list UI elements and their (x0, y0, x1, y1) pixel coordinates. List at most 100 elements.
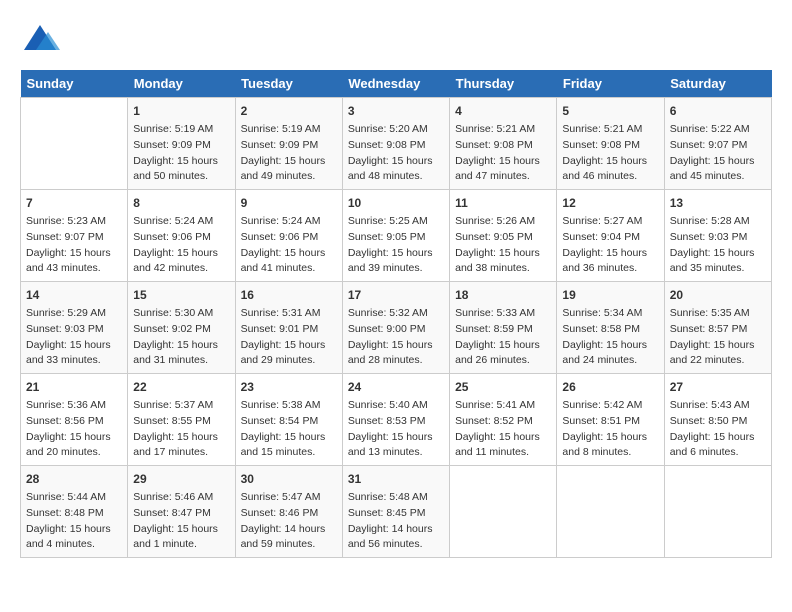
cell-content: Sunrise: 5:19 AMSunset: 9:09 PMDaylight:… (133, 122, 229, 185)
calendar-cell (21, 98, 128, 190)
week-row-4: 21 Sunrise: 5:36 AMSunset: 8:56 PMDayligh… (21, 374, 772, 466)
cell-content: Sunrise: 5:29 AMSunset: 9:03 PMDaylight:… (26, 306, 122, 369)
calendar-cell: 2 Sunrise: 5:19 AMSunset: 9:09 PMDaylight… (235, 98, 342, 190)
header-day-wednesday: Wednesday (342, 70, 449, 98)
day-number: 5 (562, 102, 658, 120)
cell-content: Sunrise: 5:37 AMSunset: 8:55 PMDaylight:… (133, 398, 229, 461)
header-day-tuesday: Tuesday (235, 70, 342, 98)
calendar-cell: 13 Sunrise: 5:28 AMSunset: 9:03 PMDayligh… (664, 190, 771, 282)
calendar-cell: 30 Sunrise: 5:47 AMSunset: 8:46 PMDayligh… (235, 466, 342, 558)
calendar-cell: 9Sunrise: 5:24 AMSunset: 9:06 PMDaylight… (235, 190, 342, 282)
header-day-monday: Monday (128, 70, 235, 98)
day-number: 23 (241, 378, 337, 396)
cell-content: Sunrise: 5:44 AMSunset: 8:48 PMDaylight:… (26, 490, 122, 553)
header-day-saturday: Saturday (664, 70, 771, 98)
header-row: SundayMondayTuesdayWednesdayThursdayFrid… (21, 70, 772, 98)
cell-content: Sunrise: 5:20 AMSunset: 9:08 PMDaylight:… (348, 122, 444, 185)
calendar-cell: 3 Sunrise: 5:20 AMSunset: 9:08 PMDaylight… (342, 98, 449, 190)
day-number: 10 (348, 194, 444, 212)
cell-content: Sunrise: 5:21 AMSunset: 9:08 PMDaylight:… (562, 122, 658, 185)
cell-content: Sunrise: 5:32 AMSunset: 9:00 PMDaylight:… (348, 306, 444, 369)
day-number: 8 (133, 194, 229, 212)
day-number: 24 (348, 378, 444, 396)
cell-content: Sunrise: 5:35 AMSunset: 8:57 PMDaylight:… (670, 306, 766, 369)
day-number: 21 (26, 378, 122, 396)
cell-content: Sunrise: 5:26 AMSunset: 9:05 PMDaylight:… (455, 214, 551, 277)
calendar-cell: 22Sunrise: 5:37 AMSunset: 8:55 PMDayligh… (128, 374, 235, 466)
header-day-sunday: Sunday (21, 70, 128, 98)
day-number: 28 (26, 470, 122, 488)
calendar-cell: 20 Sunrise: 5:35 AMSunset: 8:57 PMDayligh… (664, 282, 771, 374)
cell-content: Sunrise: 5:47 AMSunset: 8:46 PMDaylight:… (241, 490, 337, 553)
day-number: 11 (455, 194, 551, 212)
cell-content: Sunrise: 5:31 AMSunset: 9:01 PMDaylight:… (241, 306, 337, 369)
calendar-cell: 26Sunrise: 5:42 AMSunset: 8:51 PMDayligh… (557, 374, 664, 466)
day-number: 6 (670, 102, 766, 120)
cell-content: Sunrise: 5:33 AMSunset: 8:59 PMDaylight:… (455, 306, 551, 369)
calendar-cell: 1 Sunrise: 5:19 AMSunset: 9:09 PMDaylight… (128, 98, 235, 190)
calendar-cell: 8Sunrise: 5:24 AMSunset: 9:06 PMDaylight… (128, 190, 235, 282)
day-number: 16 (241, 286, 337, 304)
day-number: 15 (133, 286, 229, 304)
day-number: 27 (670, 378, 766, 396)
calendar-cell: 15 Sunrise: 5:30 AMSunset: 9:02 PMDayligh… (128, 282, 235, 374)
calendar-cell: 28 Sunrise: 5:44 AMSunset: 8:48 PMDayligh… (21, 466, 128, 558)
calendar-cell: 6 Sunrise: 5:22 AMSunset: 9:07 PMDaylight… (664, 98, 771, 190)
day-number: 7 (26, 194, 122, 212)
cell-content: Sunrise: 5:28 AMSunset: 9:03 PMDaylight:… (670, 214, 766, 277)
day-number: 1 (133, 102, 229, 120)
cell-content: Sunrise: 5:34 AMSunset: 8:58 PMDaylight:… (562, 306, 658, 369)
cell-content: Sunrise: 5:30 AMSunset: 9:02 PMDaylight:… (133, 306, 229, 369)
cell-content: Sunrise: 5:23 AMSunset: 9:07 PMDaylight:… (26, 214, 122, 277)
calendar-cell: 29 Sunrise: 5:46 AMSunset: 8:47 PMDayligh… (128, 466, 235, 558)
logo-icon (20, 20, 60, 60)
day-number: 18 (455, 286, 551, 304)
header-day-friday: Friday (557, 70, 664, 98)
calendar-cell: 11 Sunrise: 5:26 AMSunset: 9:05 PMDayligh… (450, 190, 557, 282)
cell-content: Sunrise: 5:21 AMSunset: 9:08 PMDaylight:… (455, 122, 551, 185)
day-number: 3 (348, 102, 444, 120)
calendar-cell: 27Sunrise: 5:43 AMSunset: 8:50 PMDayligh… (664, 374, 771, 466)
calendar-cell (664, 466, 771, 558)
calendar-cell (557, 466, 664, 558)
calendar-cell: 21 Sunrise: 5:36 AMSunset: 8:56 PMDayligh… (21, 374, 128, 466)
calendar-cell: 12 Sunrise: 5:27 AMSunset: 9:04 PMDayligh… (557, 190, 664, 282)
calendar-cell: 16 Sunrise: 5:31 AMSunset: 9:01 PMDayligh… (235, 282, 342, 374)
header-day-thursday: Thursday (450, 70, 557, 98)
calendar-table: SundayMondayTuesdayWednesdayThursdayFrid… (20, 70, 772, 558)
calendar-header: SundayMondayTuesdayWednesdayThursdayFrid… (21, 70, 772, 98)
cell-content: Sunrise: 5:41 AMSunset: 8:52 PMDaylight:… (455, 398, 551, 461)
day-number: 12 (562, 194, 658, 212)
week-row-3: 14 Sunrise: 5:29 AMSunset: 9:03 PMDayligh… (21, 282, 772, 374)
day-number: 20 (670, 286, 766, 304)
cell-content: Sunrise: 5:40 AMSunset: 8:53 PMDaylight:… (348, 398, 444, 461)
week-row-1: 1 Sunrise: 5:19 AMSunset: 9:09 PMDaylight… (21, 98, 772, 190)
day-number: 29 (133, 470, 229, 488)
day-number: 4 (455, 102, 551, 120)
calendar-cell: 23 Sunrise: 5:38 AMSunset: 8:54 PMDayligh… (235, 374, 342, 466)
cell-content: Sunrise: 5:24 AMSunset: 9:06 PMDaylight:… (241, 214, 337, 277)
cell-content: Sunrise: 5:27 AMSunset: 9:04 PMDaylight:… (562, 214, 658, 277)
day-number: 30 (241, 470, 337, 488)
cell-content: Sunrise: 5:46 AMSunset: 8:47 PMDaylight:… (133, 490, 229, 553)
cell-content: Sunrise: 5:38 AMSunset: 8:54 PMDaylight:… (241, 398, 337, 461)
calendar-cell: 18 Sunrise: 5:33 AMSunset: 8:59 PMDayligh… (450, 282, 557, 374)
day-number: 25 (455, 378, 551, 396)
day-number: 13 (670, 194, 766, 212)
calendar-cell: 10 Sunrise: 5:25 AMSunset: 9:05 PMDayligh… (342, 190, 449, 282)
calendar-cell: 17 Sunrise: 5:32 AMSunset: 9:00 PMDayligh… (342, 282, 449, 374)
cell-content: Sunrise: 5:42 AMSunset: 8:51 PMDaylight:… (562, 398, 658, 461)
calendar-body: 1 Sunrise: 5:19 AMSunset: 9:09 PMDaylight… (21, 98, 772, 558)
cell-content: Sunrise: 5:19 AMSunset: 9:09 PMDaylight:… (241, 122, 337, 185)
week-row-5: 28 Sunrise: 5:44 AMSunset: 8:48 PMDayligh… (21, 466, 772, 558)
calendar-cell: 19Sunrise: 5:34 AMSunset: 8:58 PMDayligh… (557, 282, 664, 374)
day-number: 17 (348, 286, 444, 304)
cell-content: Sunrise: 5:36 AMSunset: 8:56 PMDaylight:… (26, 398, 122, 461)
day-number: 2 (241, 102, 337, 120)
day-number: 14 (26, 286, 122, 304)
calendar-cell: 14 Sunrise: 5:29 AMSunset: 9:03 PMDayligh… (21, 282, 128, 374)
cell-content: Sunrise: 5:48 AMSunset: 8:45 PMDaylight:… (348, 490, 444, 553)
cell-content: Sunrise: 5:22 AMSunset: 9:07 PMDaylight:… (670, 122, 766, 185)
calendar-cell: 5 Sunrise: 5:21 AMSunset: 9:08 PMDaylight… (557, 98, 664, 190)
cell-content: Sunrise: 5:25 AMSunset: 9:05 PMDaylight:… (348, 214, 444, 277)
